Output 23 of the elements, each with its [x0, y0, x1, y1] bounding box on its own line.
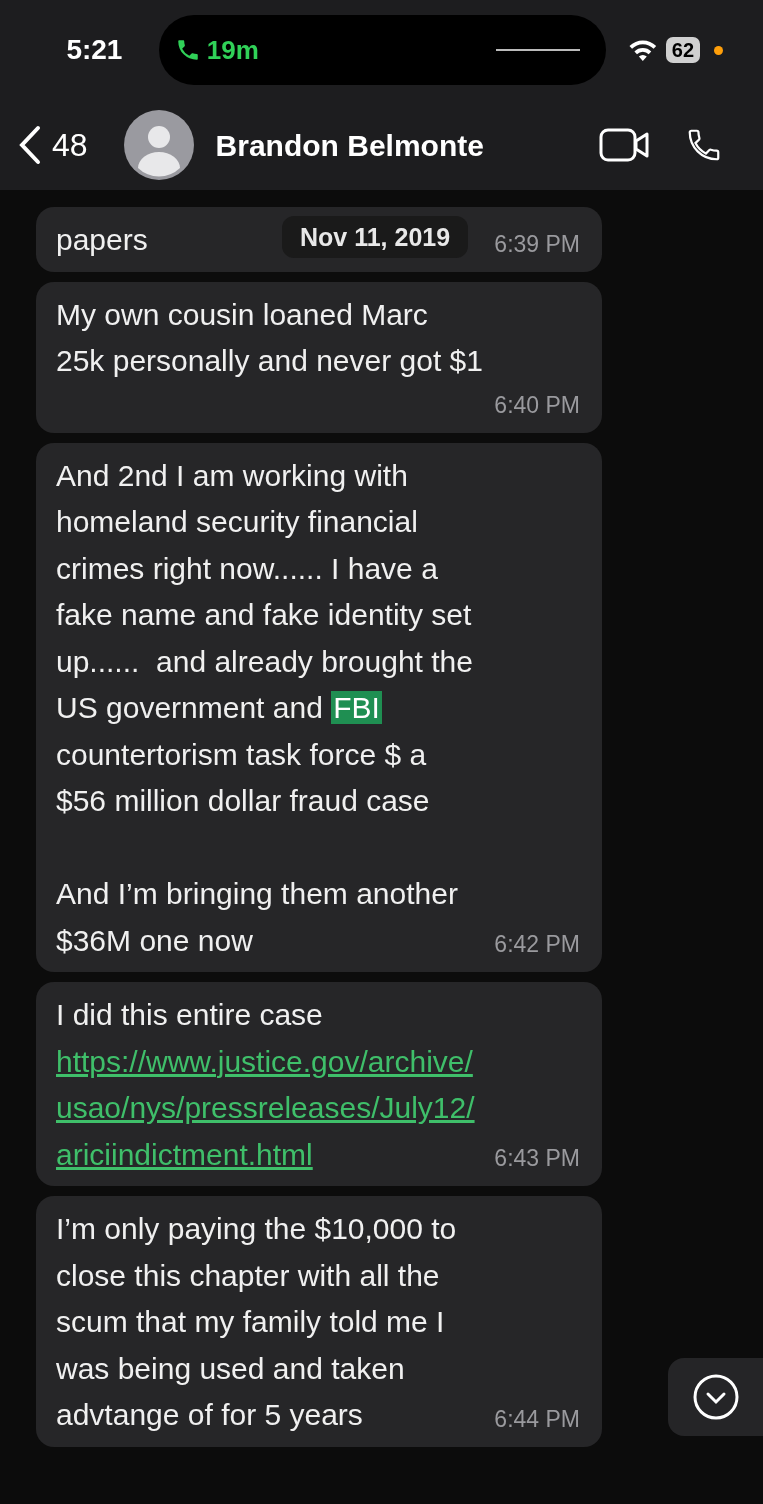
back-button[interactable]: 48 [18, 121, 88, 169]
date-divider: Nov 11, 2019 [282, 216, 469, 258]
message-time: 6:39 PM [494, 229, 580, 259]
avatar-icon[interactable] [123, 110, 194, 180]
message-time: 6:44 PM [494, 1404, 580, 1434]
message-text: And 2nd I am working with homeland security financial crimes right now...... I have a fake name and fake identity set up...... and already brought the US government and FBI countertorism task force $ a $56 million dollar fraud case And I’m bringing them another $36M one now [56, 457, 473, 959]
message-link[interactable]: https://www.justice.gov/archive/ usao/nys/pressreleases/July12/ ariciindictment.html [56, 1038, 475, 1178]
wifi-icon [628, 39, 658, 61]
message-text: My own cousin loaned Marc 25k personally and never got $1 [56, 296, 483, 379]
message-text: I’m only paying the $10,000 to close this chapter with all the scum that my family told me I was being used and taken advtange of for 5 years [56, 1211, 457, 1433]
battery-indicator: 62 [665, 37, 701, 63]
call-duration: 19m [206, 33, 259, 67]
video-call-icon[interactable] [599, 127, 651, 163]
status-time: 5:21 [65, 33, 124, 67]
message-time: 6:42 PM [494, 930, 580, 959]
scroll-down-button[interactable] [668, 1358, 763, 1436]
chevron-down-icon [692, 1374, 739, 1420]
message-time: 6:43 PM [494, 1144, 580, 1173]
contact-name[interactable]: Brandon Belmonte [215, 122, 484, 168]
message-text: papers [56, 222, 148, 258]
message-text: I did this entire case https://www.justice.gov/archive/ usao/nys/pressreleases/July12/ ariciindictment.html [56, 992, 475, 1178]
message-time: 6:40 PM [494, 390, 580, 420]
back-chevron-icon [18, 125, 42, 165]
